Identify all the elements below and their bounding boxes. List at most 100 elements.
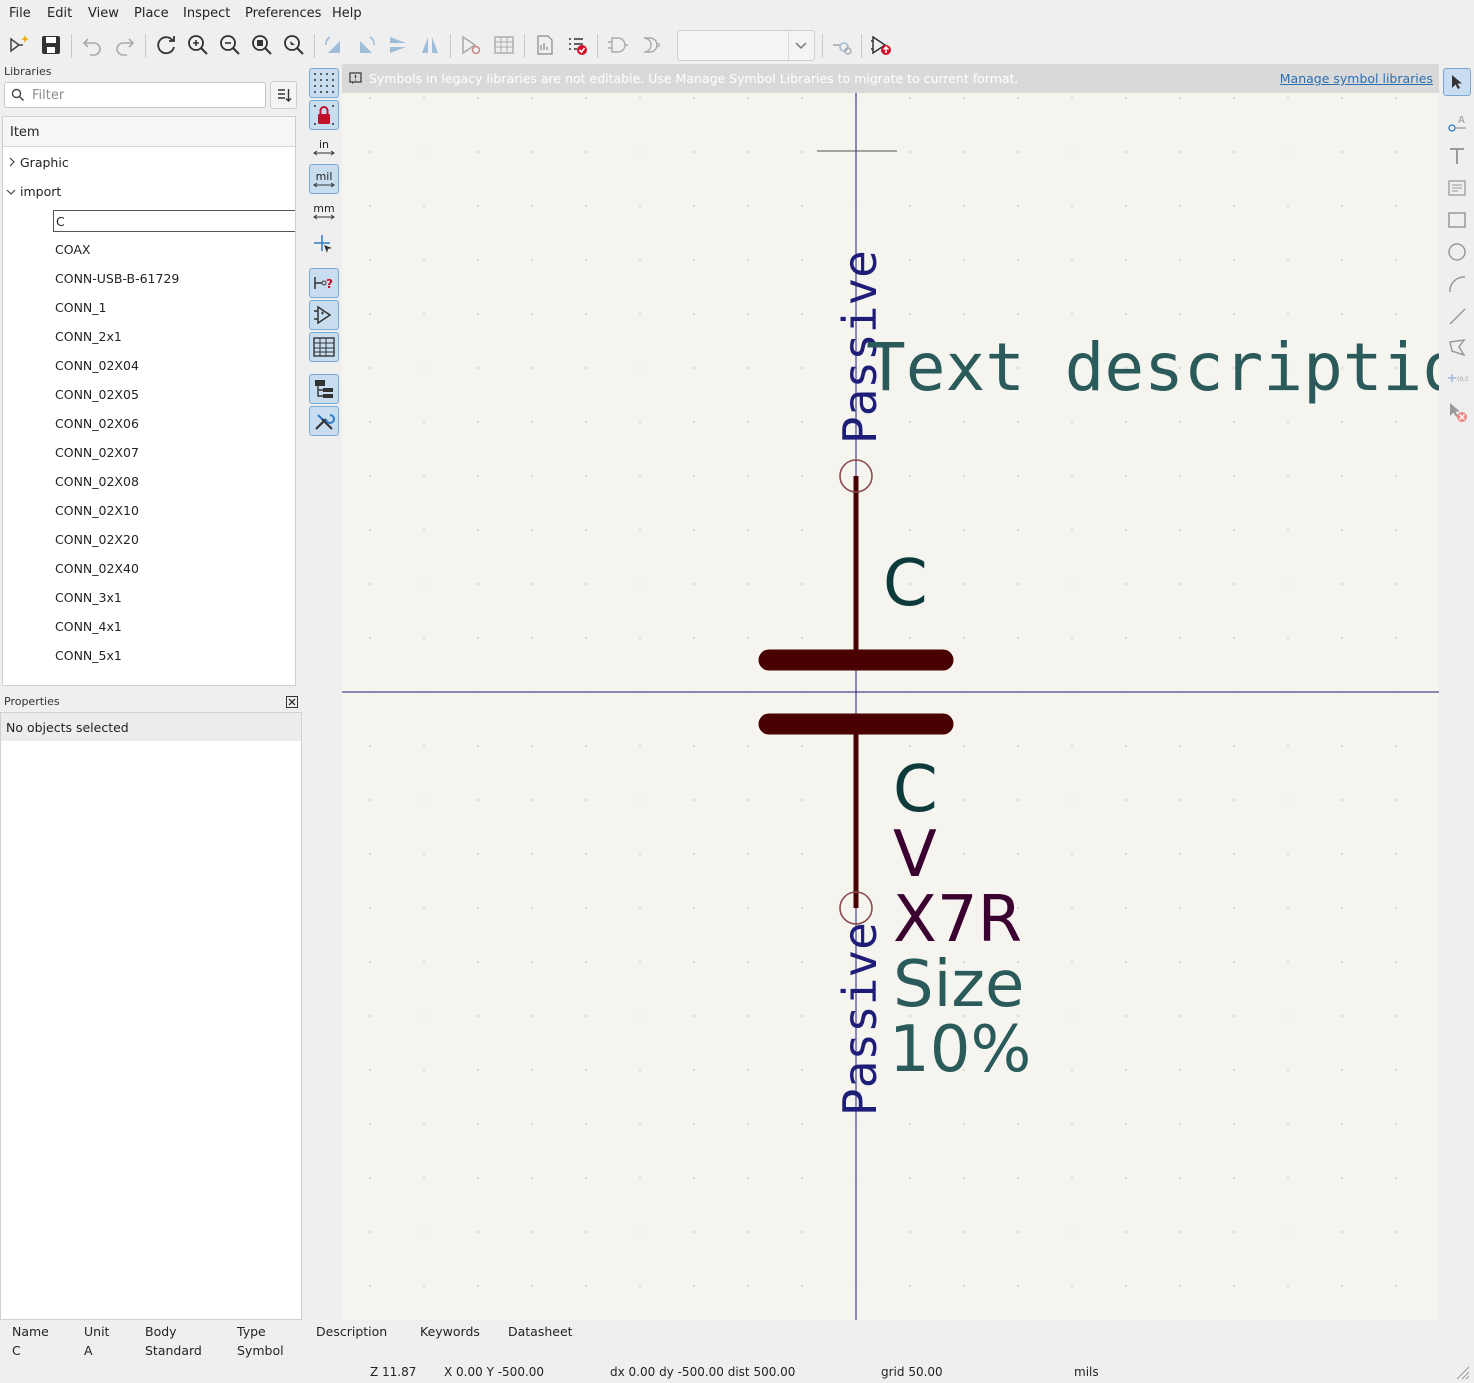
hidden-pins-icon [314,305,332,325]
list-item[interactable]: CONN_5x1 [55,648,122,663]
list-item[interactable]: CONN_02X04 [55,358,139,373]
list-item[interactable]: CONN_02X07 [55,445,139,460]
resize-grip-icon[interactable] [1452,1362,1470,1380]
show-pin-electrical-type-button[interactable]: ? [309,268,339,298]
properties-header: Properties [0,692,302,712]
symbol-canvas[interactable]: Passive Passive Text description C C V X… [342,93,1439,1320]
lock-icon [314,105,334,125]
close-properties-button[interactable] [286,696,298,708]
list-item[interactable]: CONN_02X40 [55,561,139,576]
add-text-tool[interactable] [1443,142,1471,170]
pin-type-icon: ? [314,277,333,291]
cursor-crosshair-button[interactable] [309,230,339,260]
library-tree: Item Graphic import C COAX CONN-USB-B-61… [2,116,296,686]
zoom-in-icon[interactable] [184,31,212,59]
hierarchy-icon [315,380,333,398]
add-pin-tool[interactable]: A [1443,110,1471,138]
refresh-icon[interactable] [152,31,180,59]
set-anchor-tool[interactable]: (0,0) [1443,366,1471,394]
sort-button[interactable] [270,81,297,109]
units-inches-button[interactable]: in [309,132,339,162]
delete-tool[interactable] [1443,398,1471,426]
show-properties-button[interactable] [309,406,339,436]
de-morgan-alternate-icon[interactable] [636,31,664,59]
list-item[interactable]: CONN-USB-B-61729 [55,271,179,286]
list-item[interactable]: CONN_2x1 [55,329,122,344]
show-pin-table-button[interactable] [309,332,339,362]
update-symbol-icon[interactable] [867,31,895,59]
chevron-down-icon[interactable] [6,187,16,197]
list-item[interactable]: CONN_1 [55,300,106,315]
arc-icon [1449,276,1466,293]
select-tool-button[interactable] [1443,68,1471,96]
chevron-right-icon[interactable] [7,157,17,167]
units-mm-button[interactable]: mm [309,196,339,226]
list-item[interactable]: CONN_02X20 [55,532,139,547]
units-mils-button[interactable]: mil [309,164,339,194]
save-icon[interactable] [37,31,65,59]
show-hidden-pins-button[interactable] [309,300,339,330]
add-arc-tool[interactable] [1443,270,1471,298]
list-item[interactable]: CONN_02X06 [55,416,139,431]
rename-item-input[interactable]: C [53,210,295,232]
tree-group-graphic[interactable]: Graphic [20,155,69,170]
list-item[interactable]: CONN_02X08 [55,474,139,489]
left-toolbar: in mil mm ? [306,64,342,1320]
redo-icon[interactable] [111,31,139,59]
grid-toggle-button[interactable] [309,68,339,98]
pin-bottom-type-label: Passive [833,922,887,1116]
manage-symbol-libraries-link[interactable]: Manage symbol libraries [1280,71,1433,86]
menu-inspect[interactable]: Inspect [183,6,230,21]
properties-title: Properties [4,695,60,708]
add-line-tool[interactable] [1443,302,1471,330]
status-value-name: C [12,1343,21,1358]
properties-empty-text: No objects selected [6,720,129,735]
symbol-properties-icon[interactable] [457,31,485,59]
rotate-ccw-icon[interactable] [320,31,348,59]
zoom-selection-icon[interactable] [280,31,308,59]
add-textbox-tool[interactable] [1443,174,1471,202]
list-item[interactable]: CONN_4x1 [55,619,122,634]
add-circle-tool[interactable] [1443,238,1471,266]
new-symbol-icon[interactable] [5,31,33,59]
show-hierarchy-button[interactable] [309,374,339,404]
svg-text:?: ? [326,277,333,291]
search-icon [11,88,25,102]
sync-pins-icon[interactable] [828,31,856,59]
menu-view[interactable]: View [88,6,119,21]
info-message: Symbols in legacy libraries are not edit… [369,71,1019,86]
main-toolbar [0,28,1474,64]
grid-lock-button[interactable] [309,100,339,130]
status-xy: X 0.00 Y -500.00 [444,1365,545,1379]
zoom-fit-icon[interactable] [248,31,276,59]
reference-field: C [883,547,928,621]
list-item[interactable]: CONN_3x1 [55,590,122,605]
de-morgan-standard-icon[interactable] [604,31,632,59]
menu-place[interactable]: Place [134,6,169,21]
list-item[interactable]: COAX [55,242,90,257]
datasheet-icon[interactable] [531,31,559,59]
properties-panel: No objects selected [0,712,302,1320]
menu-help[interactable]: Help [332,6,362,21]
status-zoom: Z 11.87 [370,1365,417,1379]
unit-selector-dropdown[interactable] [677,30,815,61]
add-rectangle-tool[interactable] [1443,206,1471,234]
add-polygon-tool[interactable] [1443,334,1471,362]
menu-preferences[interactable]: Preferences [245,6,321,21]
voltage-field: V [893,818,937,892]
pin-table-icon[interactable] [490,31,518,59]
tree-group-import[interactable]: import [20,184,61,199]
menu-edit[interactable]: Edit [47,6,72,21]
mirror-horizontal-icon[interactable] [416,31,444,59]
value-field: C [893,753,938,827]
undo-icon[interactable] [78,31,106,59]
status-bar: Name Unit Body Type Description Keywords… [0,1320,1474,1383]
zoom-out-icon[interactable] [216,31,244,59]
menu-file[interactable]: File [9,6,31,21]
mirror-vertical-icon[interactable] [384,31,412,59]
dielectric-field: X7R [893,883,1022,957]
list-item[interactable]: CONN_02X05 [55,387,139,402]
rotate-cw-icon[interactable] [352,31,380,59]
symbol-checker-icon[interactable] [563,31,591,59]
list-item[interactable]: CONN_02X10 [55,503,139,518]
